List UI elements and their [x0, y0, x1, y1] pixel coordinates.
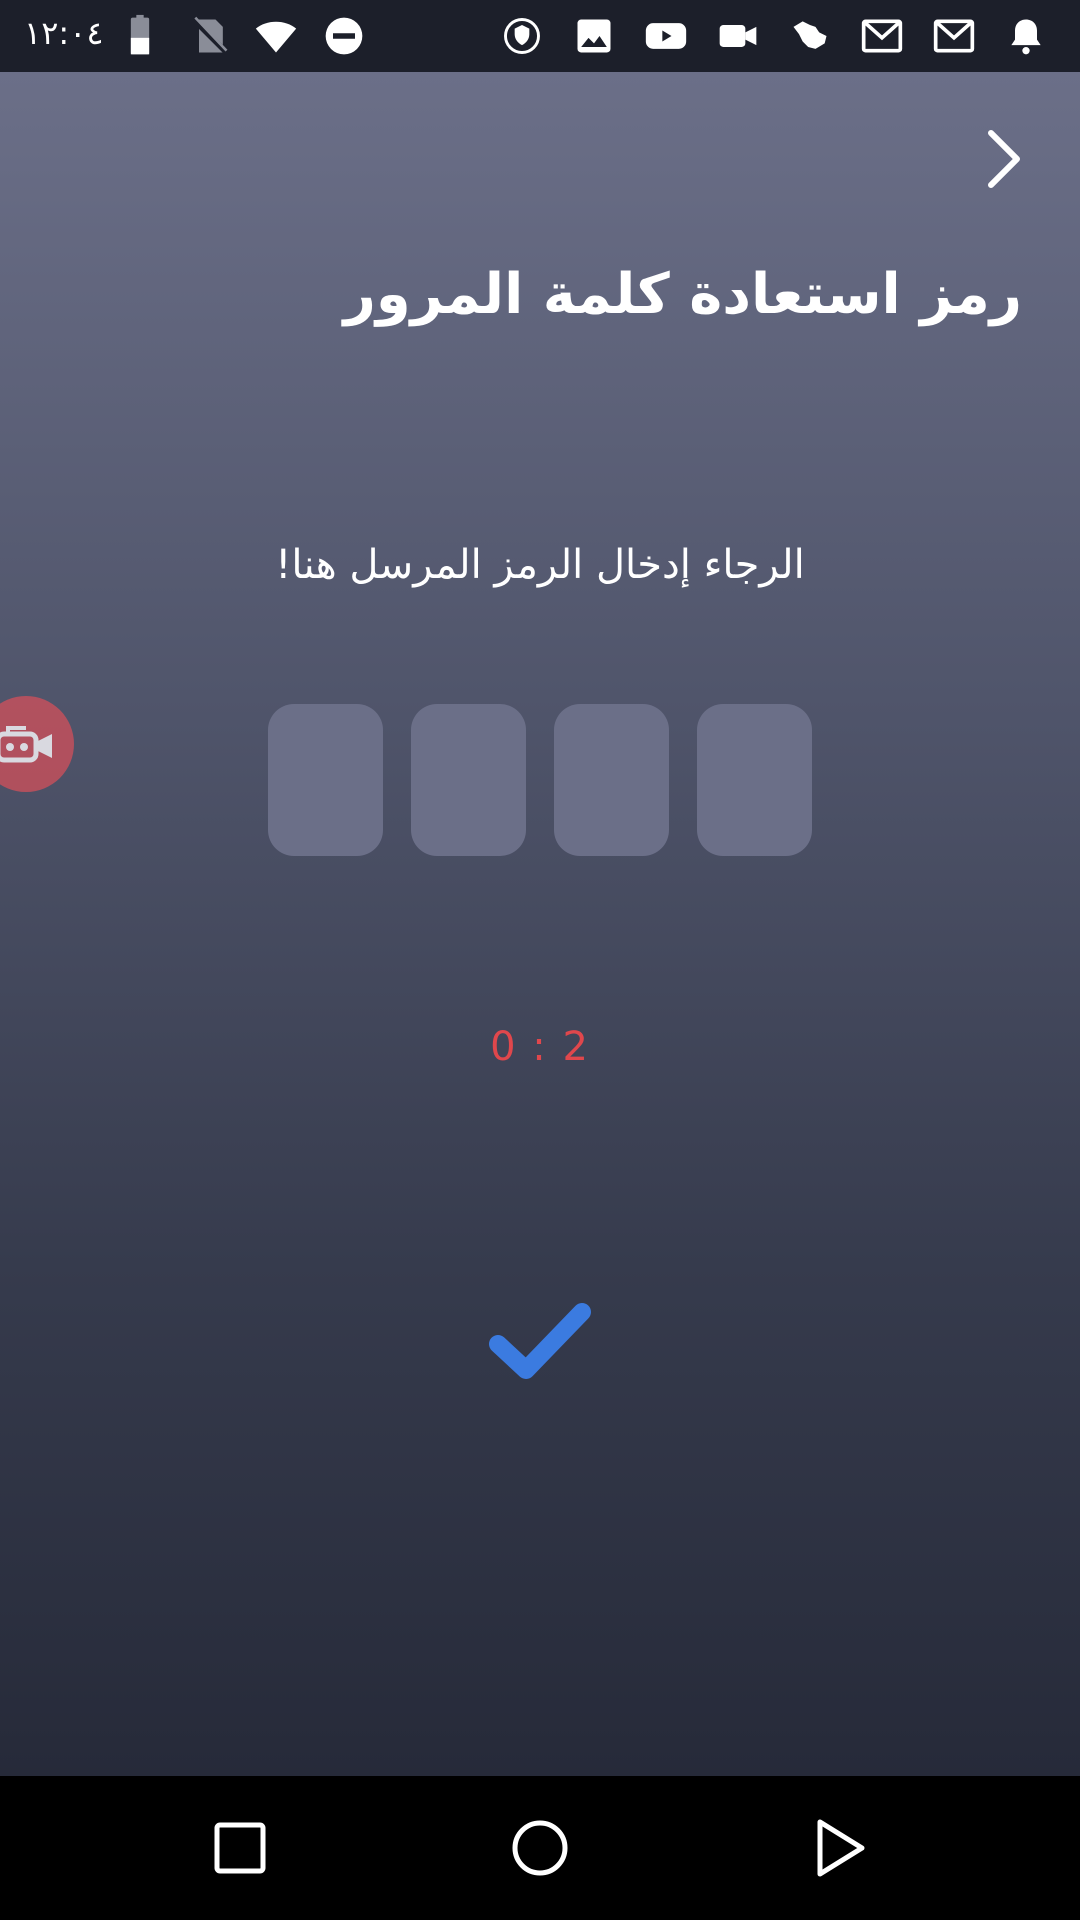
status-time: ١٢:٠٤	[24, 14, 104, 52]
saudi-map-icon	[786, 12, 834, 60]
gmail-icon	[930, 12, 978, 60]
code-digit-input-4[interactable]	[697, 704, 812, 856]
back-nav-button[interactable]	[804, 1812, 876, 1884]
battery-icon	[116, 12, 164, 60]
status-bar: ١٢:٠٤	[0, 0, 1080, 72]
code-input-group	[268, 704, 812, 856]
notification-bell-icon	[1002, 12, 1050, 60]
back-button[interactable]	[970, 124, 1040, 194]
youtube-icon	[642, 12, 690, 60]
checkmark-icon	[489, 1303, 591, 1379]
password-recovery-screen: رمز استعادة كلمة المرور الرجاء إدخال الر…	[0, 72, 1080, 1776]
video-camera-icon	[714, 12, 762, 60]
chevron-right-icon	[988, 130, 1020, 188]
back-triangle-icon	[817, 1819, 865, 1877]
countdown-timer: 0 : 2	[490, 1024, 590, 1070]
instruction-text: الرجاء إدخال الرمز المرسل هنا!	[275, 542, 805, 588]
code-digit-input-1[interactable]	[268, 704, 383, 856]
home-button[interactable]	[504, 1812, 576, 1884]
no-sim-icon	[186, 12, 234, 60]
screen-recorder-icon	[0, 726, 52, 763]
do-not-disturb-icon	[320, 12, 368, 60]
recents-button[interactable]	[204, 1812, 276, 1884]
system-navigation-bar	[0, 1776, 1080, 1920]
recents-square-icon	[214, 1822, 266, 1874]
code-digit-input-3[interactable]	[554, 704, 669, 856]
gmail-icon	[858, 12, 906, 60]
vpn-shield-icon	[498, 12, 546, 60]
image-icon	[570, 12, 618, 60]
page-title: رمز استعادة كلمة المرور	[343, 262, 1022, 327]
code-digit-input-2[interactable]	[411, 704, 526, 856]
home-circle-icon	[512, 1820, 568, 1876]
wifi-icon	[252, 12, 300, 60]
confirm-button[interactable]	[480, 1282, 600, 1402]
screen-recorder-button[interactable]	[0, 696, 74, 792]
